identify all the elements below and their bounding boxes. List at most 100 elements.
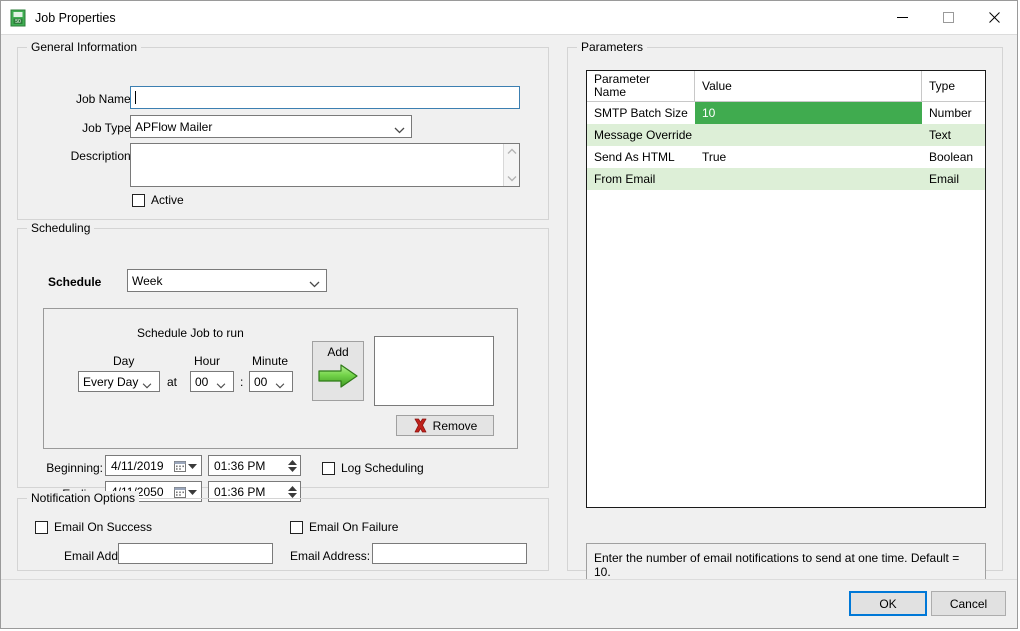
green-arrow-right-icon [317,363,359,392]
parameters-table[interactable]: Parameter Name Value Type SMTP Batch Size… [586,70,986,508]
window-title: Job Properties [35,10,116,25]
general-information-legend: General Information [27,40,142,54]
column-header-type[interactable]: Type [922,71,985,101]
email-on-failure-label: Email On Failure [309,520,399,534]
day-label: Day [113,354,135,368]
remove-schedule-button[interactable]: Remove [396,415,494,436]
red-x-icon [413,418,428,433]
minimize-button[interactable] [879,1,925,33]
cell-type[interactable]: Email [922,168,985,190]
minimize-icon [896,16,908,18]
minute-label: Minute [252,354,289,368]
hour-value: 00 [195,374,209,389]
column-header-parameter-name[interactable]: Parameter Name [587,71,695,101]
svg-text:50: 50 [15,19,21,25]
ending-time-value: 01:36 PM [214,484,266,499]
job-type-label: Job Type: [82,121,134,135]
description-input[interactable] [130,143,520,187]
cancel-button[interactable]: Cancel [931,591,1006,616]
day-value: Every Day [83,374,139,389]
remove-button-label: Remove [432,418,478,433]
chevron-down-icon [275,378,286,388]
email-on-success-label: Email On Success [54,520,153,534]
cell-value[interactable]: True [695,146,922,168]
chevron-down-icon [188,463,197,469]
notification-options-group: Notification Options Email On Success Em… [17,491,549,571]
active-checkbox[interactable]: Active [132,193,184,207]
cell-type[interactable]: Text [922,124,985,146]
beginning-time-input[interactable]: 01:36 PM [208,455,301,476]
spinner-down-icon [288,466,297,472]
job-type-select[interactable]: APFlow Mailer [130,115,412,138]
schedule-run-panel: Schedule Job to run Day Hour Minute Ever… [43,308,518,449]
spinner-down-icon [288,492,297,498]
parameter-hint-text: Enter the number of email notifications … [594,551,960,579]
job-properties-icon: 50 [9,9,27,27]
chevron-down-icon [188,489,197,495]
ok-button-label: OK [879,596,897,611]
job-type-value: APFlow Mailer [135,119,213,134]
cell-parameter-name[interactable]: Message Override [587,124,695,146]
log-scheduling-label: Log Scheduling [341,461,424,475]
add-button-label: Add [327,345,349,359]
active-checkbox-label: Active [151,193,184,207]
cancel-button-label: Cancel [949,596,988,611]
window-controls [879,1,1017,33]
email-success-address-input[interactable] [118,543,273,564]
cell-type[interactable]: Number [922,102,985,124]
minute-select[interactable]: 00 [249,371,293,392]
schedule-select[interactable]: Week [127,269,327,292]
active-checkbox-box [132,193,145,207]
schedule-run-title: Schedule Job to run [137,326,244,340]
at-label: at [167,375,178,389]
maximize-button[interactable] [925,1,971,33]
chevron-down-icon [309,277,320,287]
column-header-value[interactable]: Value [695,71,922,101]
cell-parameter-name[interactable]: SMTP Batch Size [587,102,695,124]
spinner-arrows[interactable] [288,485,297,498]
ok-button[interactable]: OK [849,591,927,616]
log-scheduling-checkbox-box [322,461,335,475]
scroll-down-icon [507,176,516,182]
parameters-legend: Parameters [577,40,648,54]
table-row[interactable]: Message Override Text [587,124,985,146]
spinner-up-icon [288,459,297,465]
general-information-group: General Information Job Name: Job Type: … [17,40,549,220]
job-name-input[interactable] [130,86,520,109]
cell-type[interactable]: Boolean [922,146,985,168]
cell-value[interactable] [695,168,922,190]
add-schedule-button[interactable]: Add [312,341,364,401]
cell-parameter-name[interactable]: From Email [587,168,695,190]
email-on-success-checkbox-box [35,520,48,534]
calendar-dropdown-icons [174,486,197,498]
schedule-value: Week [132,273,163,288]
email-on-failure-checkbox[interactable]: Email On Failure [290,520,398,534]
cell-value[interactable] [695,124,922,146]
email-on-success-checkbox[interactable]: Email On Success [35,520,152,534]
beginning-date-picker[interactable]: 4/11/2019 [105,455,202,476]
spinner-arrows[interactable] [288,459,297,472]
parameters-group: Parameters Parameter Name Value Type SMTP… [567,40,1003,585]
spinner-up-icon [288,485,297,491]
schedule-list[interactable] [374,336,494,406]
chevron-down-icon [394,123,405,133]
table-row[interactable]: SMTP Batch Size 10 Number [587,102,985,124]
scroll-up-icon [507,148,516,154]
job-properties-window: 50 Job Properties General Information Jo… [0,0,1018,629]
calendar-icon [174,486,186,498]
cell-parameter-name[interactable]: Send As HTML [587,146,695,168]
time-colon: : [240,375,244,389]
log-scheduling-checkbox[interactable]: Log Scheduling [322,461,424,475]
close-icon [988,11,1000,23]
day-select[interactable]: Every Day [78,371,160,392]
cell-value[interactable]: 10 [695,102,922,124]
table-row[interactable]: From Email Email [587,168,985,190]
email-on-failure-checkbox-box [290,520,303,534]
table-row[interactable]: Send As HTML True Boolean [587,146,985,168]
description-scrollbar[interactable] [503,144,519,186]
hour-select[interactable]: 00 [190,371,234,392]
table-header-row: Parameter Name Value Type [587,71,985,102]
beginning-date-value: 4/11/2019 [111,458,164,473]
close-button[interactable] [971,1,1017,33]
email-failure-address-input[interactable] [372,543,527,564]
